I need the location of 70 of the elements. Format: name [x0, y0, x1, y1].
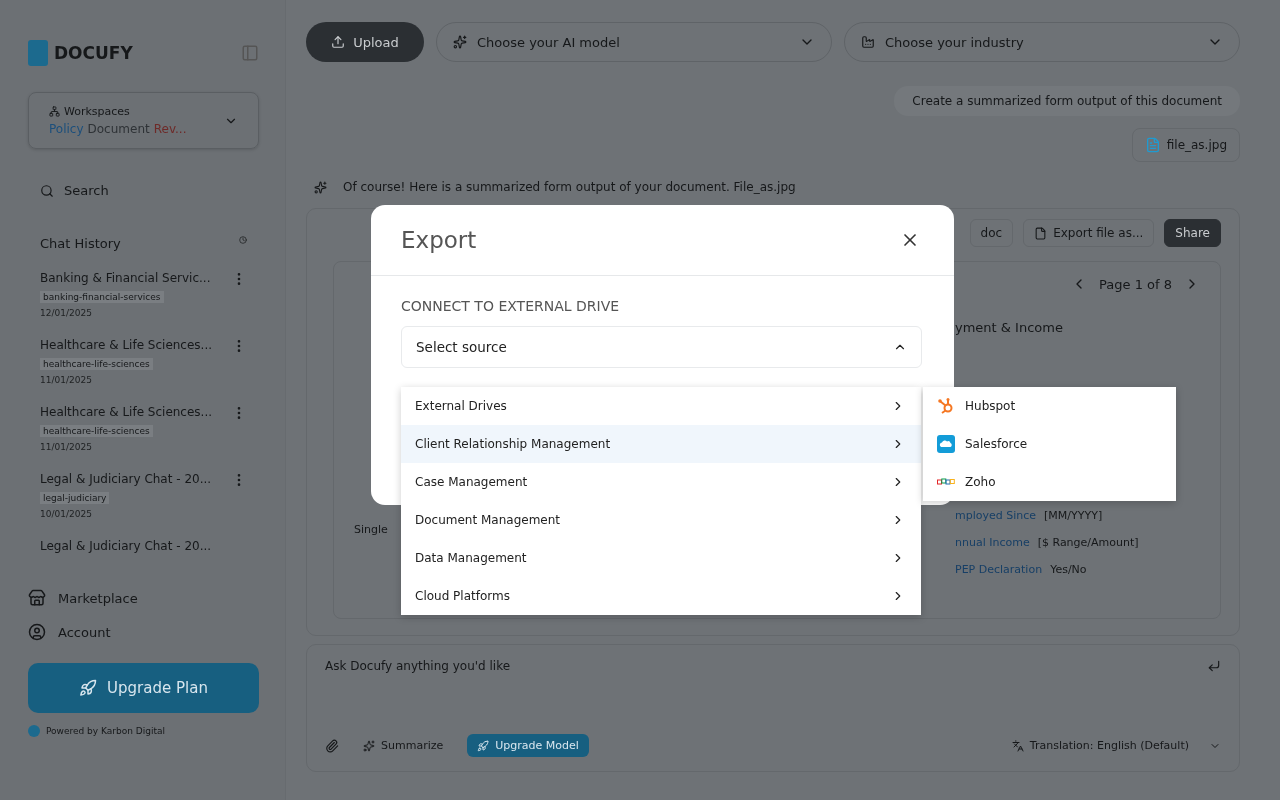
submenu-item[interactable]: Salesforce: [923, 425, 1176, 463]
rocket-icon: [79, 679, 98, 697]
field-value: Single: [354, 523, 389, 536]
field-label: PEP Declaration: [955, 563, 1043, 576]
rocket-icon: [477, 739, 490, 752]
attachment-chip[interactable]: file_as.jpg: [1131, 128, 1240, 162]
upload-button[interactable]: Upload: [306, 22, 424, 62]
composer-placeholder: Ask Docufy anything you'd like: [325, 659, 511, 673]
composer-field[interactable]: Ask Docufy anything you'd like Summarize Upgrade Model Translation: English (Default): [306, 644, 1240, 772]
workspace-name: Rev...: [153, 122, 187, 136]
file-icon: [1144, 137, 1161, 153]
upload-icon: [331, 35, 346, 49]
factory-icon: [861, 35, 875, 49]
workspace-selector[interactable]: Workspaces Policy Document Rev...: [28, 92, 259, 149]
section-label: CONNECT TO EXTERNAL DRIVE: [401, 298, 621, 314]
workspace-name: Document: [87, 122, 150, 136]
assistant-reply: Of course! Here is a summarized form output of your document. File_as.jpg: [343, 180, 796, 194]
submenu-item[interactable]: Zoho: [923, 463, 1176, 501]
logo-icon: [28, 40, 48, 66]
menu-item[interactable]: Case Management: [401, 463, 921, 501]
menu-item[interactable]: Data Management: [401, 539, 921, 577]
sparkle-icon: [453, 35, 467, 49]
translate-icon: [1011, 739, 1024, 752]
search-icon: [40, 183, 54, 198]
menu-item[interactable]: Client Relationship Management: [401, 425, 921, 463]
doc-action-button[interactable]: Export file as...: [1023, 219, 1155, 247]
chat-history-item[interactable]: Healthcare & Life Sciences... healthcare-life-sciences 11/01/2025: [28, 405, 259, 452]
page-indicator: Page 1 of 8: [1099, 276, 1172, 292]
chat-history-item[interactable]: Banking & Financial Servic... banking-financial-services 12/01/2025: [28, 271, 259, 318]
search-field[interactable]: Search: [28, 183, 259, 198]
nav-item[interactable]: Marketplace: [28, 589, 259, 607]
workspace-name: Policy: [49, 122, 84, 136]
workspace-icon: [49, 106, 60, 117]
powered-by-text: Powered by Karbon Digital: [46, 726, 165, 736]
menu-item[interactable]: Document Management: [401, 501, 921, 539]
field-label: mployed Since: [955, 509, 1037, 522]
nav-item[interactable]: Account: [28, 623, 259, 641]
sprocket-logo-icon: [937, 397, 955, 415]
sparkle-icon: [314, 180, 327, 194]
section-title: yment & Income: [955, 320, 1064, 335]
store-icon: [28, 589, 46, 607]
enter-icon[interactable]: [1207, 659, 1221, 673]
chat-history-item[interactable]: Legal & Judiciary Chat - 20...: [28, 539, 259, 553]
submenu-item[interactable]: Hubspot: [923, 387, 1176, 425]
user-icon: [28, 623, 46, 641]
upgrade-model-button[interactable]: Upgrade Model: [467, 734, 589, 757]
menu-item[interactable]: External Drives: [401, 387, 921, 425]
company-logo-icon: [28, 725, 40, 737]
user-message: Create a summarized form output of this document: [894, 86, 1240, 116]
doc-action-button[interactable]: doc: [969, 219, 1014, 247]
chat-history-item[interactable]: Legal & Judiciary Chat - 20... legal-judiciary 10/01/2025: [28, 472, 259, 519]
summarize-button[interactable]: Summarize: [363, 739, 444, 752]
field-label: nnual Income: [955, 536, 1030, 549]
workspace-label: Workspaces: [64, 105, 130, 118]
clock-icon: [239, 236, 247, 244]
doc-action-button[interactable]: Share: [1164, 219, 1221, 247]
section-heading: Chat History: [40, 236, 121, 251]
sparkle-icon: [363, 739, 375, 752]
menu-item[interactable]: Cloud Platforms: [401, 577, 921, 615]
file-icon: [1034, 226, 1048, 240]
brand-name: DOCUFY: [54, 43, 133, 63]
dialog-title: Export: [401, 227, 477, 253]
sidebar-toggle-icon[interactable]: [241, 44, 259, 62]
linked-squares-logo-icon: [937, 478, 955, 486]
upgrade-plan-button[interactable]: Upgrade Plan: [28, 663, 259, 713]
source-select[interactable]: Select source: [401, 326, 922, 368]
cloud-logo-icon: [937, 435, 955, 453]
chat-history-item[interactable]: Healthcare & Life Sciences... healthcare-life-sciences 11/01/2025: [28, 338, 259, 385]
translation-select[interactable]: Translation: English (Default): [1011, 739, 1221, 752]
paperclip-icon[interactable]: [325, 738, 339, 753]
